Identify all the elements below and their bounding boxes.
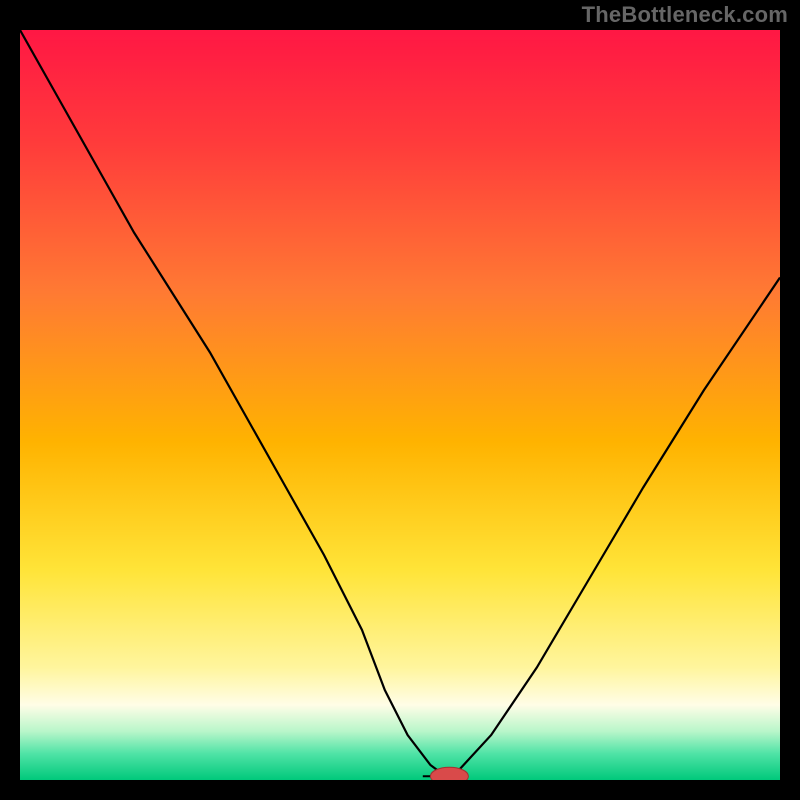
plot-svg [20, 30, 780, 780]
watermark-text: TheBottleneck.com [582, 2, 788, 28]
gradient-background [20, 30, 780, 780]
plot-area [20, 30, 780, 780]
chart-frame: TheBottleneck.com [0, 0, 800, 800]
